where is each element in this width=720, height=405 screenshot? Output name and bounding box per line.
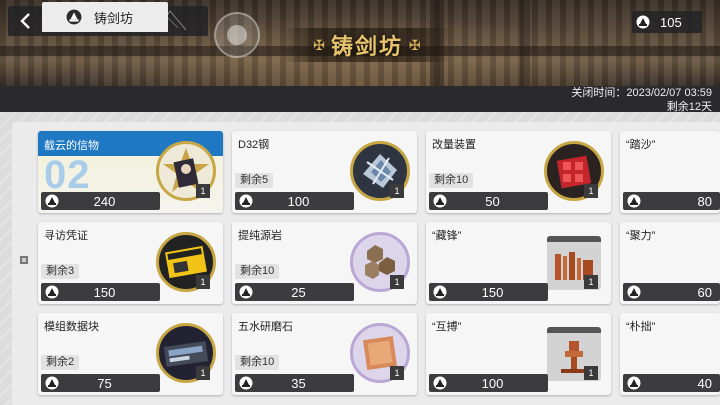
forge-token-icon bbox=[239, 194, 253, 208]
close-time-info: 关闭时间：2023/02/07 03:59 剩余12天 bbox=[571, 86, 712, 114]
price-tag: 240 bbox=[41, 192, 160, 210]
item-name: 五水研磨石 bbox=[238, 321, 293, 333]
page-title-plate: ✠ 铸剑坊 ✠ bbox=[282, 28, 452, 62]
back-arrow-icon bbox=[20, 13, 30, 29]
item-quantity: 1 bbox=[390, 366, 404, 380]
forge-token-icon bbox=[45, 376, 59, 390]
ornament-icon: ✠ bbox=[409, 36, 421, 53]
price-tag: 150 bbox=[429, 283, 548, 301]
item-price: 35 bbox=[291, 375, 306, 391]
forge-token-icon bbox=[636, 15, 650, 29]
forge-token-icon bbox=[627, 376, 641, 390]
item-stock: 剩余5 bbox=[235, 173, 274, 188]
ornament-icon: ✠ bbox=[313, 36, 325, 53]
price-tag: 40 bbox=[623, 374, 720, 392]
forge-token-icon bbox=[627, 285, 641, 299]
price-tag: 100 bbox=[429, 374, 548, 392]
item-quantity: 1 bbox=[584, 275, 598, 289]
shop-item-card[interactable]: 改量装置 剩余10 1 50 bbox=[426, 131, 611, 213]
price-tag: 35 bbox=[235, 374, 354, 392]
currency-value: 105 bbox=[660, 14, 682, 30]
item-name: 提纯源岩 bbox=[238, 230, 282, 242]
item-stock: 剩余2 bbox=[41, 355, 80, 370]
item-price: 75 bbox=[97, 375, 112, 391]
item-price: 240 bbox=[93, 193, 116, 209]
shop-item-card[interactable]: “朴拙” 40 bbox=[620, 313, 720, 395]
scroll-indicator[interactable] bbox=[20, 256, 28, 264]
item-name: “踏沙” bbox=[626, 139, 656, 151]
item-price: 150 bbox=[93, 284, 116, 300]
shop-item-card[interactable]: 寻访凭证 剩余3 1 150 bbox=[38, 222, 223, 304]
page-title: 铸剑坊 bbox=[330, 34, 403, 60]
price-tag: 75 bbox=[41, 374, 160, 392]
forge-token-icon bbox=[433, 285, 447, 299]
item-price: 25 bbox=[291, 284, 306, 300]
shop-item-card[interactable]: “踏沙” 80 bbox=[620, 131, 720, 213]
back-button[interactable] bbox=[8, 6, 44, 36]
price-tag: 50 bbox=[429, 192, 548, 210]
item-quantity: 1 bbox=[196, 366, 210, 380]
item-name: 截云的信物 bbox=[44, 140, 99, 152]
item-name: “藏锋” bbox=[432, 230, 462, 242]
shop-item-card[interactable]: “藏锋” 1 150 bbox=[426, 222, 611, 304]
item-name: 改量装置 bbox=[432, 139, 476, 151]
price-tag: 60 bbox=[623, 283, 720, 301]
item-stock: 剩余10 bbox=[429, 173, 474, 188]
forge-token-icon bbox=[239, 285, 253, 299]
forge-token-icon bbox=[627, 194, 641, 208]
item-price: 100 bbox=[287, 193, 310, 209]
item-quantity: 1 bbox=[196, 184, 210, 198]
banner-pillar bbox=[520, 0, 530, 86]
item-name: “朴拙” bbox=[626, 321, 656, 333]
item-price: 150 bbox=[481, 284, 504, 300]
shop-item-card[interactable]: D32钢 剩余5 1 100 bbox=[232, 131, 417, 213]
item-stock: 剩余10 bbox=[235, 355, 280, 370]
item-name: “互搏” bbox=[432, 321, 462, 333]
forge-token-icon bbox=[239, 376, 253, 390]
shop-item-card[interactable]: 截云的信物 02 1 240 bbox=[38, 131, 223, 213]
forge-token-icon bbox=[66, 9, 82, 25]
price-tag: 150 bbox=[41, 283, 160, 301]
item-name: D32钢 bbox=[238, 139, 270, 151]
shop-item-card[interactable]: “聚力” 60 bbox=[620, 222, 720, 304]
item-price: 50 bbox=[485, 193, 500, 209]
tab-forge[interactable]: 铸剑坊 bbox=[42, 2, 168, 32]
forge-token-icon bbox=[45, 194, 59, 208]
item-stock: 剩余10 bbox=[235, 264, 280, 279]
item-quantity: 1 bbox=[390, 275, 404, 289]
item-name: 寻访凭证 bbox=[44, 230, 88, 242]
item-name: 模组数据块 bbox=[44, 321, 99, 333]
item-price: 60 bbox=[697, 284, 712, 300]
shop-item-card[interactable]: 五水研磨石 剩余10 1 35 bbox=[232, 313, 417, 395]
item-price: 80 bbox=[697, 193, 712, 209]
forge-token-icon bbox=[433, 194, 447, 208]
price-tag: 100 bbox=[235, 192, 354, 210]
item-price: 40 bbox=[697, 375, 712, 391]
item-quantity: 1 bbox=[584, 184, 598, 198]
item-name: “聚力” bbox=[626, 230, 656, 242]
forge-token-icon bbox=[433, 376, 447, 390]
item-price: 100 bbox=[481, 375, 504, 391]
item-quantity: 1 bbox=[584, 366, 598, 380]
camera-joystick[interactable] bbox=[214, 12, 260, 58]
item-stock: 剩余3 bbox=[41, 264, 80, 279]
tab-label: 铸剑坊 bbox=[94, 10, 134, 26]
shop-item-card[interactable]: 提纯源岩 剩余10 1 25 bbox=[232, 222, 417, 304]
item-quantity: 1 bbox=[390, 184, 404, 198]
forge-token-icon bbox=[45, 285, 59, 299]
currency-display[interactable]: 105 bbox=[632, 11, 702, 33]
price-tag: 25 bbox=[235, 283, 354, 301]
shop-item-card[interactable]: “互搏” 1 100 bbox=[426, 313, 611, 395]
close-time-label: 关闭时间：2023/02/07 03:59 bbox=[571, 87, 712, 99]
item-quantity: 1 bbox=[196, 275, 210, 289]
price-tag: 80 bbox=[623, 192, 720, 210]
shop-item-card[interactable]: 模组数据块 剩余2 1 75 bbox=[38, 313, 223, 395]
